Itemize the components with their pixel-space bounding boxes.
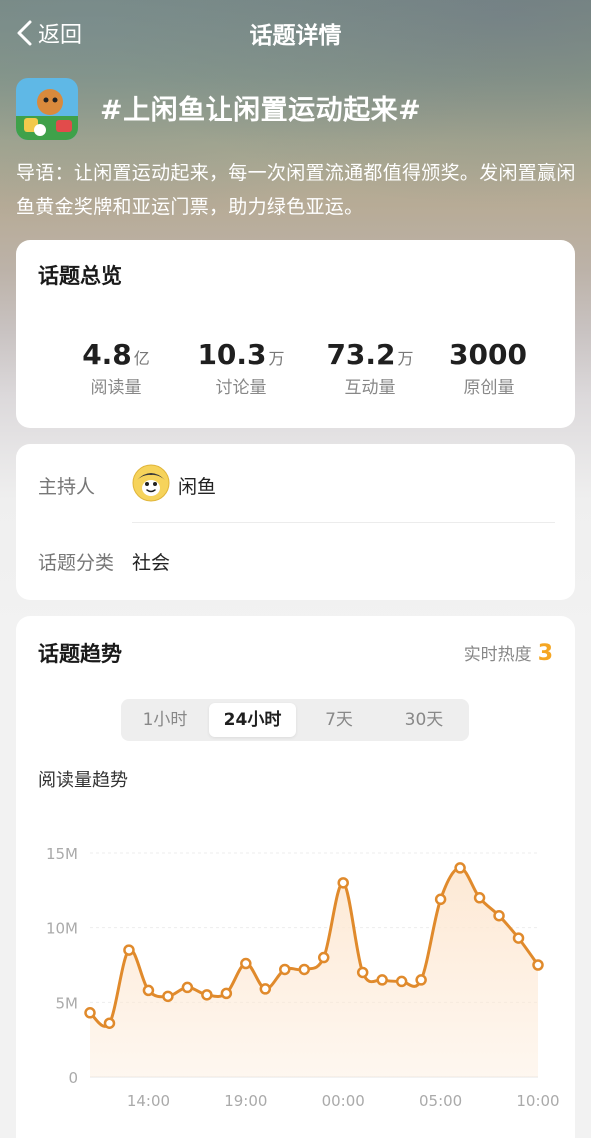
avatar[interactable] [132, 464, 170, 502]
y-tick-label: 0 [68, 1069, 78, 1087]
nav-bar: 返回 话题详情 [0, 0, 591, 66]
overview-title: 话题总览 [38, 264, 122, 288]
overview-card: 话题总览 4.8 亿 阅读量 10.3 万 讨论量 73.2 万 互动量 3000 原… [16, 240, 575, 428]
y-tick-label: 5M [56, 994, 79, 1012]
host-label: 主持人 [38, 476, 96, 498]
stat-originals: 3000 原创量 [419, 338, 559, 398]
category-value: 社会 [132, 552, 171, 574]
stat-unit: 亿 [133, 349, 150, 368]
x-tick-label: 00:00 [322, 1092, 365, 1110]
data-point [317, 951, 330, 964]
stat-value: 3000 [449, 338, 527, 371]
data-point [259, 983, 272, 995]
page-title: 话题详情 [249, 23, 342, 49]
stat-value: 10.3 [197, 338, 267, 371]
data-point [493, 909, 505, 922]
stat-value: 73.2 [326, 338, 396, 371]
stat-unit: 万 [397, 349, 414, 368]
x-tick-label: 10:00 [516, 1092, 559, 1110]
data-point [512, 932, 525, 944]
data-point [201, 989, 213, 1001]
stat-discussions: 10.3 万 讨论量 [171, 338, 311, 398]
stat-label: 讨论量 [215, 378, 267, 398]
data-point [532, 959, 544, 971]
data-point [162, 990, 174, 1003]
data-point [434, 893, 447, 906]
data-point [103, 1017, 116, 1029]
data-point [240, 957, 252, 970]
series-area [90, 867, 538, 1077]
overview-stats: 4.8 亿 阅读量 10.3 万 讨论量 73.2 万 互动量 3000 原创量 [16, 338, 575, 408]
data-point [279, 963, 291, 976]
data-point [142, 984, 155, 997]
data-point [415, 974, 427, 986]
data-point [356, 966, 369, 979]
stat-label: 原创量 [463, 378, 515, 398]
data-point [454, 862, 466, 874]
data-point [376, 974, 388, 986]
data-point [220, 987, 233, 1000]
host-name[interactable]: 闲鱼 [178, 472, 216, 499]
topic-description: 导语：让闲置运动起来，每一次闲置流通都值得颁奖。发闲置赢闲鱼黄金奖牌和亚运门票，… [16, 162, 576, 218]
x-tick-label: 14:00 [127, 1092, 170, 1110]
stat-label: 阅读量 [90, 378, 142, 398]
data-point [395, 975, 408, 988]
topic-title: #上闲鱼让闲置运动起来# [100, 95, 422, 126]
reads-trend-chart: 0 5M 10M 15M 14:00 19:00 00:00 05:00 10:00 [46, 845, 560, 1110]
divider [132, 522, 555, 523]
data-point [123, 944, 135, 956]
topic-thumbnail [16, 78, 78, 140]
category-label: 话题分类 [38, 552, 115, 574]
data-point [337, 877, 349, 889]
x-tick-label: 19:00 [224, 1092, 267, 1110]
stat-unit: 万 [268, 349, 285, 368]
data-point [84, 1007, 96, 1019]
stat-value: 4.8 [82, 338, 132, 371]
data-point [298, 963, 311, 976]
y-tick-label: 10M [46, 920, 78, 938]
trend-card: 话题趋势 实时热度 3 1小时 24小时 7天 30天 阅读量趋势 0 5M 10M… [16, 616, 575, 1138]
info-card: 主持人 闲鱼 话题分类 社会 [16, 444, 575, 600]
data-point [181, 981, 194, 994]
stat-reads: 4.8 亿 阅读量 [46, 338, 186, 398]
y-tick-label: 15M [46, 845, 78, 863]
x-tick-label: 05:00 [419, 1092, 462, 1110]
data-point [473, 892, 486, 904]
